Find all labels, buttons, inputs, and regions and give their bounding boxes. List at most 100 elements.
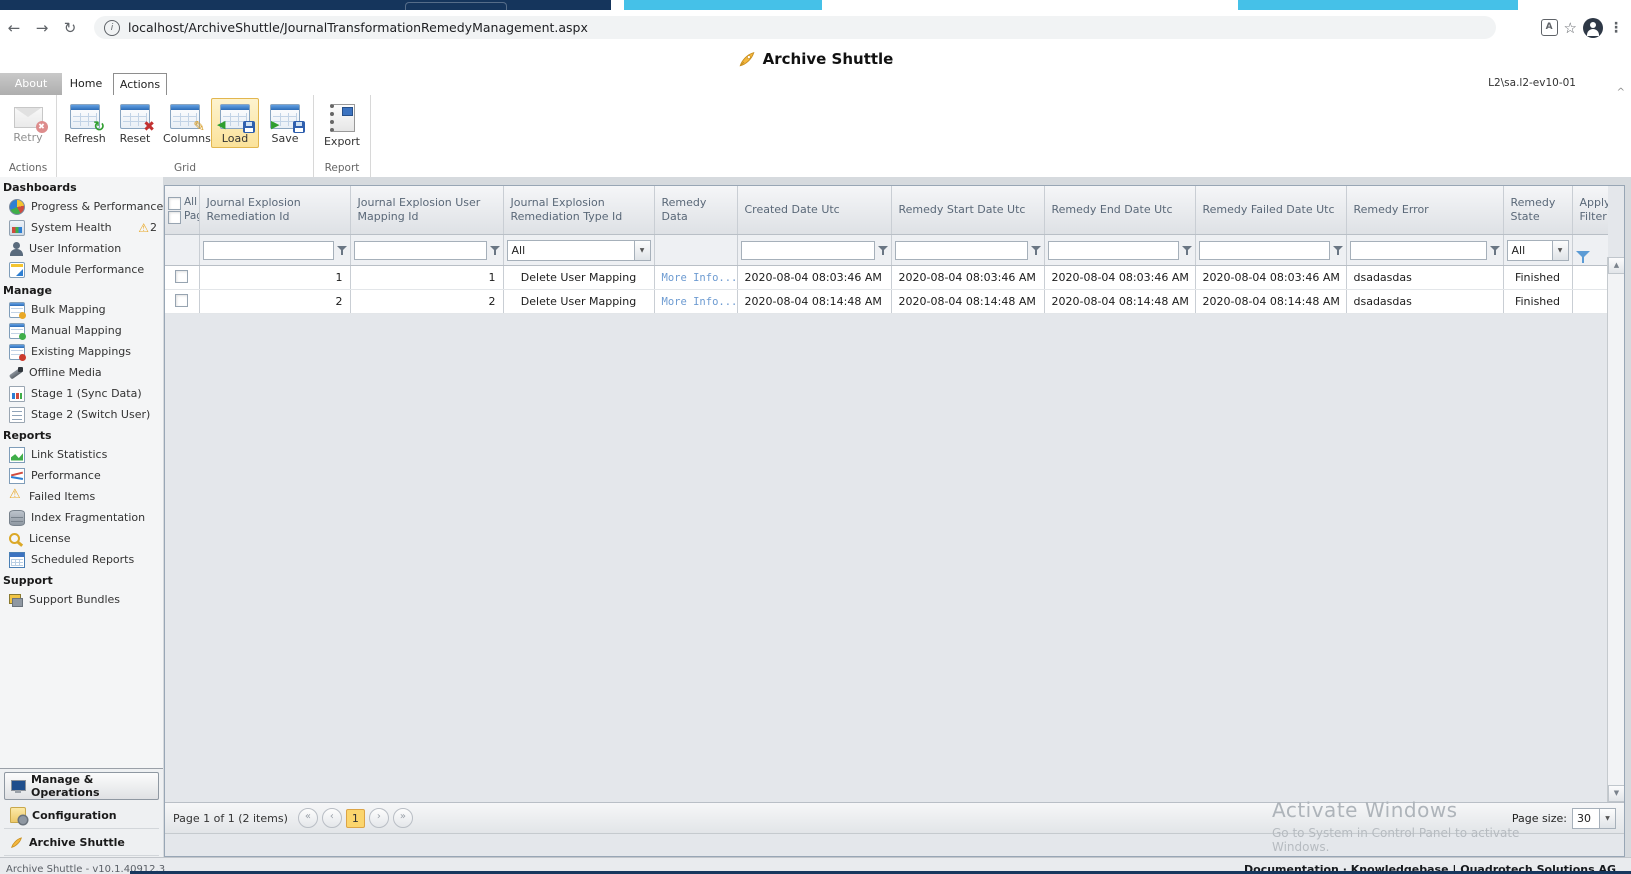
next-page-button[interactable]: › <box>369 808 389 828</box>
vertical-scrollbar[interactable]: ▲ ▼ <box>1607 257 1624 802</box>
sidebar-item-label: System Health <box>31 221 112 234</box>
select-page-checkbox[interactable] <box>168 211 181 224</box>
prev-page-button[interactable]: ‹ <box>322 808 342 828</box>
browser-tab[interactable] <box>624 0 822 10</box>
tab-about[interactable]: About <box>0 73 62 95</box>
column-header-remedy-failed-date[interactable]: Remedy Failed Date Utc <box>1195 186 1346 235</box>
sidebar-item-index-fragmentation[interactable]: Index Fragmentation <box>0 507 163 528</box>
filter-input-created-date[interactable] <box>741 241 875 260</box>
filter-input-remediation-id[interactable] <box>203 241 334 260</box>
url-text[interactable]: localhost/ArchiveShuttle/JournalTransfor… <box>128 20 588 35</box>
reset-button[interactable]: ✖ Reset <box>111 98 159 148</box>
page-size-select[interactable]: 30▼ <box>1572 808 1616 829</box>
sidebar-item-module-performance[interactable]: Module Performance <box>0 259 163 280</box>
filter-input-user-mapping-id[interactable] <box>354 241 487 260</box>
filter-select-remedy-state[interactable]: All▼ <box>1507 240 1569 261</box>
column-header-remediation-id[interactable]: Journal Explosion Remediation Id <box>199 186 350 235</box>
column-header-user-mapping-id[interactable]: Journal Explosion User Mapping Id <box>350 186 503 235</box>
table-row[interactable]: 2 2 Delete User Mapping More Info... 202… <box>165 290 1608 314</box>
tab-actions[interactable]: Actions <box>113 73 167 96</box>
filter-input-remedy-failed-date[interactable] <box>1199 241 1330 260</box>
sidebar-item-user-information[interactable]: User Information <box>0 238 163 259</box>
columns-button[interactable]: ✎ Columns <box>161 98 209 148</box>
sidebar-item-existing-mappings[interactable]: Existing Mappings <box>0 341 163 362</box>
last-page-button[interactable]: » <box>393 808 413 828</box>
nav-manage-operations[interactable]: Manage & Operations <box>4 772 159 800</box>
column-header-created-date[interactable]: Created Date Utc <box>737 186 891 235</box>
refresh-button[interactable]: ↻ Refresh <box>61 98 109 148</box>
row-checkbox[interactable] <box>175 270 188 283</box>
ribbon-group-label: Report <box>314 161 370 177</box>
page-info-icon[interactable]: i <box>104 20 120 36</box>
column-header-remedy-error[interactable]: Remedy Error <box>1346 186 1503 235</box>
sidebar-item-failed-items[interactable]: Failed Items <box>0 486 163 507</box>
column-header-remedy-state[interactable]: Remedy State <box>1503 186 1572 235</box>
row-checkbox[interactable] <box>175 294 188 307</box>
sidebar-item-stage2[interactable]: Stage 2 (Switch User) <box>0 404 163 425</box>
sidebar-item-progress-performance[interactable]: Progress & Performance <box>0 196 163 217</box>
more-info-link[interactable]: More Info... <box>662 272 738 284</box>
sidebar-item-label: User Information <box>29 242 121 255</box>
sidebar-item-offline-media[interactable]: Offline Media <box>0 362 163 383</box>
column-header-remedy-end-date[interactable]: Remedy End Date Utc <box>1044 186 1195 235</box>
sidebar-item-system-health[interactable]: System Health ⚠2 <box>0 217 163 238</box>
sidebar-item-stage1[interactable]: Stage 1 (Sync Data) <box>0 383 163 404</box>
bookmark-star-icon[interactable]: ☆ <box>1564 19 1577 37</box>
forward-icon[interactable]: → <box>28 19 56 37</box>
sidebar-item-link-statistics[interactable]: Link Statistics <box>0 444 163 465</box>
filter-funnel-icon[interactable] <box>337 245 347 256</box>
chevron-down-icon[interactable]: ▼ <box>634 241 650 260</box>
tab-home[interactable]: Home <box>62 73 110 95</box>
chevron-down-icon[interactable]: ▼ <box>1599 809 1615 828</box>
filter-funnel-icon[interactable] <box>490 245 500 256</box>
save-button[interactable]: ▶ Save <box>261 98 309 148</box>
app-header: Archive Shuttle <box>0 45 1631 73</box>
filter-funnel-icon[interactable] <box>1031 245 1041 256</box>
save-layout-icon: ▶ <box>270 104 300 129</box>
browser-window-bar <box>0 0 611 10</box>
filter-input-remedy-start-date[interactable] <box>895 241 1028 260</box>
browser-profile-avatar[interactable] <box>1583 18 1603 38</box>
first-page-button[interactable]: « <box>298 808 318 828</box>
sidebar-item-manual-mapping[interactable]: Manual Mapping <box>0 320 163 341</box>
browser-tab-strip <box>0 0 1631 10</box>
sidebar-item-license[interactable]: License <box>0 528 163 549</box>
browser-menu-icon[interactable]: ⋮ <box>1609 20 1623 36</box>
translate-icon[interactable]: A <box>1541 19 1558 36</box>
filter-funnel-icon[interactable] <box>1490 245 1500 256</box>
back-icon[interactable]: ← <box>0 19 28 37</box>
filter-input-remedy-error[interactable] <box>1350 241 1487 260</box>
reload-icon[interactable]: ↻ <box>56 19 84 37</box>
filter-funnel-icon[interactable] <box>1182 245 1192 256</box>
filter-select-remediation-type[interactable]: All▼ <box>507 240 651 261</box>
sidebar-item-bulk-mapping[interactable]: Bulk Mapping <box>0 299 163 320</box>
column-header-remediation-type-id[interactable]: Journal Explosion Remediation Type Id <box>503 186 654 235</box>
sidebar-item-performance[interactable]: Performance <box>0 465 163 486</box>
nav-archive-shuttle[interactable]: Archive Shuttle <box>4 829 159 856</box>
column-header-remedy-data[interactable]: Remedy Data <box>654 186 737 235</box>
cell-created-date: 2020-08-04 08:03:46 AM <box>737 266 891 290</box>
export-button[interactable]: Export <box>318 98 366 151</box>
filter-input-remedy-end-date[interactable] <box>1048 241 1179 260</box>
warning-icon: ⚠ <box>138 221 149 235</box>
scroll-up-icon[interactable]: ▲ <box>1608 257 1625 274</box>
column-header-remedy-start-date[interactable]: Remedy Start Date Utc <box>891 186 1044 235</box>
scroll-down-icon[interactable]: ▼ <box>1608 785 1625 802</box>
filter-funnel-icon[interactable] <box>1333 245 1343 256</box>
table-row[interactable]: 1 1 Delete User Mapping More Info... 202… <box>165 266 1608 290</box>
current-page-button[interactable]: 1 <box>346 809 365 828</box>
filter-funnel-icon[interactable] <box>878 245 888 256</box>
select-all-checkbox[interactable] <box>168 197 181 210</box>
cell-user-mapping-id: 2 <box>350 290 503 314</box>
browser-tab[interactable] <box>1238 0 1518 10</box>
chevron-down-icon[interactable]: ▼ <box>1552 241 1568 260</box>
sidebar-item-support-bundles[interactable]: Support Bundles <box>0 589 163 610</box>
retry-button[interactable]: ✖ Retry <box>4 98 52 147</box>
sidebar-item-scheduled-reports[interactable]: Scheduled Reports <box>0 549 163 570</box>
load-button[interactable]: ◀ Load <box>211 98 259 148</box>
address-bar[interactable]: i localhost/ArchiveShuttle/JournalTransf… <box>94 16 1496 39</box>
more-info-link[interactable]: More Info... <box>662 296 738 308</box>
filter-row: All▼ All▼ <box>165 235 1608 266</box>
sidebar-item-label: License <box>29 532 70 545</box>
nav-configuration[interactable]: Configuration <box>4 802 159 829</box>
